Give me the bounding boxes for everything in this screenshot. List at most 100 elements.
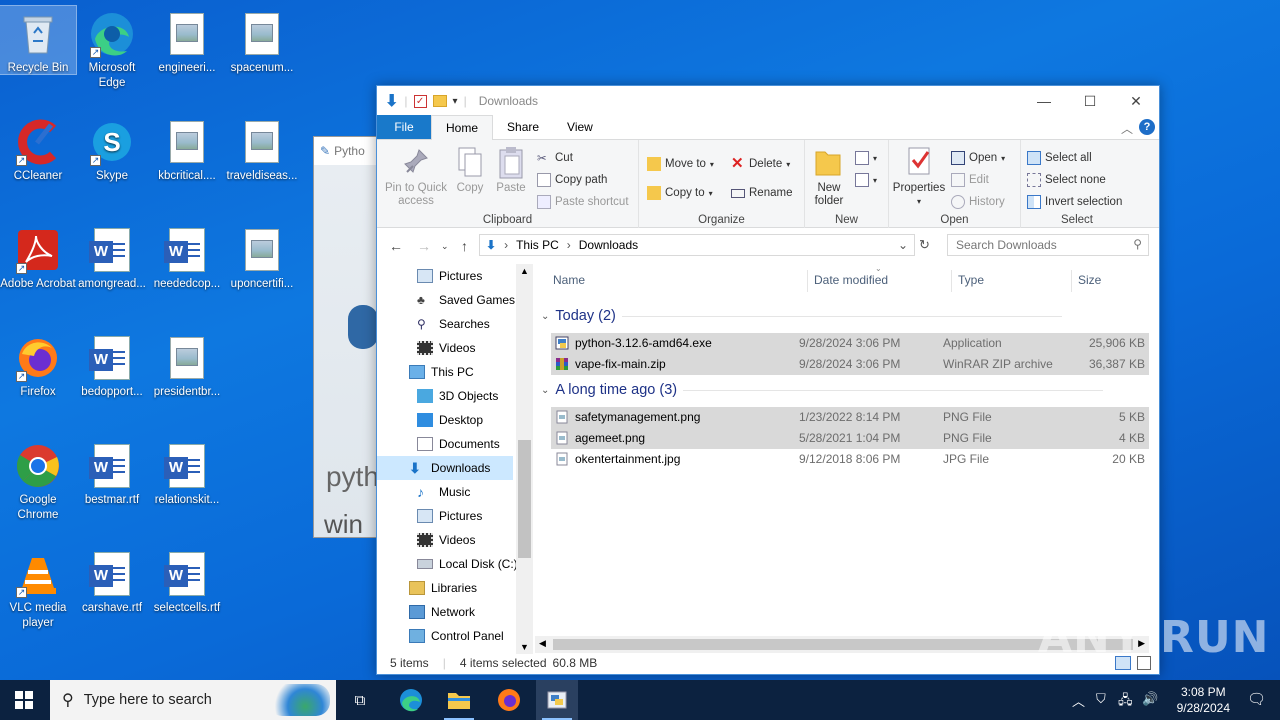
nav-item-videos[interactable]: Videos — [417, 336, 475, 360]
new-folder-button[interactable]: New folder — [809, 146, 847, 208]
copy-button[interactable]: Copy — [453, 146, 487, 195]
nav-item-local-disk[interactable]: Local Disk (C:) — [417, 552, 518, 576]
nav-scrollbar[interactable]: ▲ ▼ — [516, 264, 533, 654]
rename-button[interactable]: Rename — [731, 183, 792, 203]
taskbar-search-box[interactable]: ⚲ Type here to search — [50, 680, 336, 720]
nav-item-pictures[interactable]: Pictures — [417, 504, 482, 528]
properties-button[interactable]: Properties ▾ — [891, 146, 947, 208]
column-header-date[interactable]: Date modified — [814, 264, 888, 296]
delete-button[interactable]: ✕ Delete ▾ — [731, 154, 790, 174]
column-header-size[interactable]: Size — [1078, 264, 1101, 296]
file-row[interactable]: okentertainment.jpg 9/12/2018 8:06 PM JP… — [551, 449, 1149, 470]
collapse-ribbon-icon[interactable]: ︿ — [1121, 120, 1133, 137]
file-explorer-window[interactable]: ⬇ | ✓ ▾ | Downloads — ☐ ✕ File Home Shar… — [376, 85, 1160, 675]
taskbar-clock[interactable]: 3:08 PM 9/28/2024 — [1177, 684, 1230, 716]
new-item-button[interactable]: ▾ — [855, 148, 877, 168]
file-row[interactable]: safetymanagement.png 1/23/2022 8:14 PM P… — [551, 407, 1149, 428]
desktop-icon-file[interactable]: W carshave.rtf — [74, 546, 150, 616]
invert-selection-button[interactable]: Invert selection — [1027, 192, 1122, 212]
desktop-icon-file[interactable]: W bedopport... — [74, 330, 150, 400]
volume-icon[interactable]: 🔊 — [1142, 691, 1158, 707]
nav-item-music[interactable]: ♪ Music — [417, 480, 470, 504]
paste-shortcut-button[interactable]: Paste shortcut — [537, 192, 629, 212]
background-installer-window[interactable]: ✎ Pytho pyth win — [313, 136, 383, 539]
copy-to-button[interactable]: Copy to ▾ — [647, 183, 713, 203]
select-none-button[interactable]: Select none — [1027, 170, 1106, 190]
select-all-button[interactable]: Select all — [1027, 148, 1092, 168]
nav-item-libraries[interactable]: Libraries — [409, 576, 477, 600]
nav-item-videos[interactable]: Videos — [417, 528, 475, 552]
desktop-icon-file[interactable]: W amongread... — [74, 222, 150, 292]
breadcrumb-this-pc[interactable]: This PC — [516, 238, 559, 252]
cut-button[interactable]: ✂ Cut — [537, 148, 573, 168]
task-view-button[interactable]: ⧉ — [340, 680, 380, 720]
minimize-button[interactable]: — — [1021, 86, 1067, 116]
desktop-icon-vlc[interactable]: ↗ VLC media player — [0, 546, 76, 631]
copy-path-button[interactable]: Copy path — [537, 170, 607, 190]
file-row[interactable]: agemeet.png 5/28/2021 1:04 PM PNG File 4… — [551, 428, 1149, 449]
security-icon[interactable]: ⛉ — [1096, 691, 1106, 707]
nav-scrollbar-thumb[interactable] — [518, 440, 531, 558]
desktop-icon-firefox[interactable]: ↗ Firefox — [0, 330, 76, 400]
recent-locations-icon[interactable]: ⌄ — [441, 241, 449, 252]
easy-access-button[interactable]: ▾ — [855, 170, 877, 190]
scroll-left-icon[interactable]: ◀ — [539, 638, 546, 649]
desktop-icon-edge[interactable]: ↗ Microsoft Edge — [74, 6, 150, 91]
desktop-icon-file[interactable]: presidentbr... — [149, 330, 225, 400]
desktop-icon-skype[interactable]: S ↗ Skype — [74, 114, 150, 184]
desktop-icon-file[interactable]: W bestmar.rtf — [74, 438, 150, 508]
tab-home[interactable]: Home — [431, 115, 494, 140]
desktop-icon-acrobat[interactable]: ↗ Adobe Acrobat — [0, 222, 76, 292]
address-dropdown-icon[interactable]: ⌄ — [898, 238, 908, 252]
nav-item-searches[interactable]: ⚲ Searches — [417, 312, 490, 336]
up-arrow-icon[interactable]: ↑ — [461, 238, 468, 254]
network-icon[interactable]: 🖧 — [1118, 691, 1133, 713]
breadcrumb-downloads[interactable]: Downloads — [579, 238, 638, 252]
tab-view[interactable]: View — [553, 115, 607, 139]
history-button[interactable]: History — [951, 192, 1005, 212]
taskbar-python-installer[interactable] — [536, 680, 578, 720]
group-collapse-icon[interactable]: ⌄ — [541, 385, 549, 396]
tab-file[interactable]: File — [377, 115, 431, 139]
nav-item-pictures[interactable]: Pictures — [417, 264, 482, 288]
close-button[interactable]: ✕ — [1113, 86, 1159, 116]
address-bar[interactable]: ⬇ › This PC › Downloads ⌄ — [479, 234, 915, 256]
tab-share[interactable]: Share — [493, 115, 553, 139]
desktop-icon-file[interactable]: W relationskit... — [149, 438, 225, 508]
desktop-icon-file[interactable]: spacenum... — [224, 6, 300, 76]
desktop-icon-file[interactable]: engineeri... — [149, 6, 225, 76]
taskbar-file-explorer[interactable] — [438, 680, 480, 720]
desktop-icon-ccleaner[interactable]: ↗ CCleaner — [0, 114, 76, 184]
open-button[interactable]: Open ▾ — [951, 148, 1005, 168]
forward-arrow-icon[interactable]: → — [417, 238, 431, 254]
edit-button[interactable]: Edit — [951, 170, 989, 190]
start-button[interactable] — [0, 680, 48, 720]
desktop-icon-recycle-bin[interactable]: Recycle Bin — [0, 5, 77, 75]
nav-item-downloads[interactable]: ⬇ Downloads — [377, 456, 513, 480]
nav-item-documents[interactable]: Documents — [417, 432, 500, 456]
scroll-up-icon[interactable]: ▲ — [520, 266, 529, 276]
new-folder-quick-icon[interactable] — [432, 95, 447, 107]
paste-button[interactable]: Paste — [493, 146, 529, 195]
taskbar-firefox[interactable] — [488, 680, 530, 720]
desktop-icon-file[interactable]: W selectcells.rtf — [149, 546, 225, 616]
column-header-name[interactable]: Name — [553, 264, 585, 296]
taskbar-edge[interactable] — [390, 680, 432, 720]
search-downloads-input[interactable]: Search Downloads ⚲ — [947, 234, 1149, 256]
group-header-long-ago[interactable]: ⌄ A long time ago (3) — [541, 382, 1104, 398]
customize-quick-access-icon[interactable]: ▾ — [453, 96, 458, 107]
file-row[interactable]: python-3.12.6-amd64.exe 9/28/2024 3:06 P… — [551, 333, 1149, 354]
desktop-icon-file[interactable]: traveldiseas... — [224, 114, 300, 184]
scroll-down-icon[interactable]: ▼ — [520, 642, 529, 652]
group-collapse-icon[interactable]: ⌄ — [541, 311, 549, 322]
help-icon[interactable]: ? — [1139, 119, 1155, 135]
back-arrow-icon[interactable]: ← — [389, 238, 403, 254]
column-header-type[interactable]: Type — [958, 264, 984, 296]
file-row[interactable]: vape-fix-main.zip 9/28/2024 3:06 PM WinR… — [551, 354, 1149, 375]
notifications-icon[interactable]: 🗨 — [1247, 690, 1266, 708]
nav-item-3d-objects[interactable]: 3D Objects — [417, 384, 498, 408]
desktop-icon-file[interactable]: uponcertifi... — [224, 222, 300, 292]
desktop-icon-file[interactable]: kbcritical.... — [149, 114, 225, 184]
nav-item-desktop[interactable]: Desktop — [417, 408, 483, 432]
properties-check-icon[interactable]: ✓ — [413, 94, 427, 108]
